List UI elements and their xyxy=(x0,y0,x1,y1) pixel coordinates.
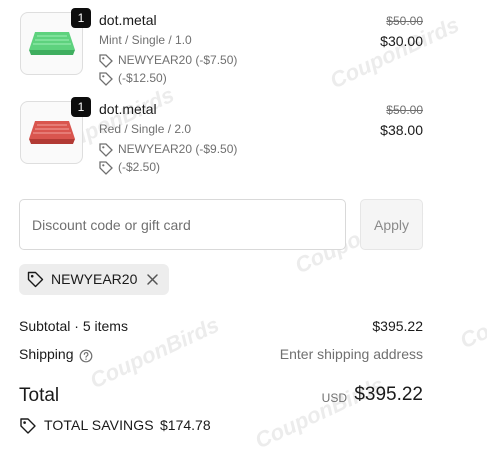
item-price: $38.00 xyxy=(380,122,423,138)
currency-code: USD xyxy=(321,391,347,405)
shipping-value: Enter shipping address xyxy=(279,346,423,362)
product-variant: Red / Single / 2.0 xyxy=(99,122,192,136)
product-thumbnail: 1 xyxy=(20,8,91,75)
discount-code-input[interactable] xyxy=(19,199,346,250)
tag-icon xyxy=(99,54,113,68)
quantity-badge: 1 xyxy=(71,97,91,117)
product-image xyxy=(29,121,75,144)
item-discount-label: NEWYEAR20 (-$9.50) xyxy=(118,142,238,156)
tag-icon xyxy=(27,271,44,288)
tag-icon xyxy=(99,72,113,86)
applied-discount-chip: NEWYEAR20 xyxy=(19,264,169,295)
item-discount-label: (-$2.50) xyxy=(118,160,161,174)
item-discount-label: (-$12.50) xyxy=(118,71,167,85)
subtotal-value: $395.22 xyxy=(372,318,423,334)
total-value: $395.22 xyxy=(354,384,423,405)
tag-icon xyxy=(99,143,113,157)
tag-icon xyxy=(99,161,113,175)
product-image xyxy=(29,32,75,55)
line-item: 1 dot.metal Red / Single / 2.0 NEWYEAR20… xyxy=(19,97,423,185)
savings-tag-icon xyxy=(20,418,36,434)
product-variant: Mint / Single / 1.0 xyxy=(99,33,192,47)
total-label: Total xyxy=(19,385,60,406)
savings-label: TOTAL SAVINGS xyxy=(44,417,154,433)
item-discount-label: NEWYEAR20 (-$7.50) xyxy=(118,53,238,67)
original-price: $50.00 xyxy=(386,103,423,117)
applied-code-label: NEWYEAR20 xyxy=(51,271,138,287)
product-thumbnail: 1 xyxy=(20,97,91,164)
savings-value: $174.78 xyxy=(160,417,211,433)
item-price: $30.00 xyxy=(380,33,423,49)
line-item: 1 dot.metal Mint / Single / 1.0 NEWYEAR2… xyxy=(19,8,423,96)
watermark: CouponBirds xyxy=(456,271,487,354)
shipping-label: Shipping xyxy=(19,346,74,362)
product-name: dot.metal xyxy=(99,101,157,117)
original-price: $50.00 xyxy=(386,14,423,28)
help-icon[interactable] xyxy=(79,349,93,363)
apply-button[interactable]: Apply xyxy=(360,199,423,250)
remove-discount-icon[interactable] xyxy=(145,272,160,287)
product-name: dot.metal xyxy=(99,12,157,28)
quantity-badge: 1 xyxy=(71,8,91,28)
subtotal-label: Subtotal · 5 items xyxy=(19,318,128,334)
